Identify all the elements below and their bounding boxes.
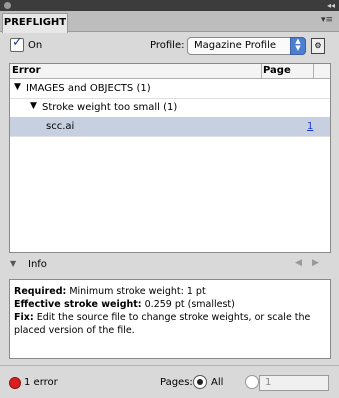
- panel-titlebar: ◂◂: [0, 0, 339, 11]
- page-range-value: 1: [265, 377, 272, 388]
- info-effective: Effective stroke weight: 0.259 pt (small…: [14, 299, 235, 310]
- profile-select[interactable]: Magazine Profile ▲ ▼: [187, 37, 306, 55]
- info-fix: Fix: Edit the source file to change stro…: [14, 312, 310, 323]
- tree-row-error-type[interactable]: ▼ Stroke weight too small (1): [10, 98, 330, 118]
- info-required-label: Required:: [14, 286, 67, 297]
- error-list: Error Page ▼ IMAGES and OBJECTS (1) ▼ St…: [9, 63, 331, 253]
- info-fix-line1: Edit the source file to change stroke we…: [36, 312, 311, 323]
- tab-preflight[interactable]: PREFLIGHT: [2, 13, 68, 33]
- page-link[interactable]: 1: [307, 121, 313, 132]
- info-section-label: Info: [28, 259, 47, 270]
- checkmark-icon: ✓: [12, 35, 23, 50]
- column-header-error[interactable]: Error: [12, 65, 41, 76]
- info-effective-value: 0.259 pt (smallest): [144, 299, 235, 310]
- define-profiles-icon[interactable]: ⚙: [311, 38, 325, 54]
- pages-label: Pages:: [160, 377, 193, 388]
- tree-row-item-selected[interactable]: scc.ai 1: [10, 117, 330, 137]
- row-label: scc.ai: [46, 121, 75, 132]
- close-icon[interactable]: [4, 2, 11, 9]
- status-divider: [0, 365, 339, 366]
- next-arrow-icon[interactable]: ▶: [312, 258, 319, 268]
- tree-row-category[interactable]: ▼ IMAGES and OBJECTS (1): [10, 79, 330, 99]
- row-label: Stroke weight too small (1): [42, 102, 178, 113]
- triangle-down-icon[interactable]: ▼: [14, 82, 21, 92]
- info-fix-line2: placed version of the file.: [14, 325, 135, 336]
- tab-bar: PREFLIGHT ▾≡: [0, 11, 339, 33]
- panel-menu-icon[interactable]: ▾≡: [321, 15, 333, 25]
- triangle-down-icon[interactable]: ▼: [30, 101, 37, 111]
- error-count[interactable]: 1 error: [24, 377, 58, 388]
- column-divider[interactable]: [261, 64, 262, 78]
- row-label: IMAGES and OBJECTS (1): [26, 83, 151, 94]
- on-checkbox[interactable]: ✓: [10, 35, 24, 52]
- radio-selected-dot: [197, 379, 203, 385]
- profile-select-value: Magazine Profile: [194, 40, 277, 51]
- column-header-page[interactable]: Page: [263, 65, 291, 76]
- info-required: Required: Minimum stroke weight: 1 pt: [14, 286, 206, 297]
- on-label: On: [28, 40, 43, 51]
- profile-label: Profile:: [150, 40, 185, 51]
- info-box: Required: Minimum stroke weight: 1 pt Ef…: [9, 279, 331, 359]
- previous-arrow-icon[interactable]: ◀: [295, 258, 302, 268]
- select-arrows-icon: ▲ ▼: [290, 37, 306, 55]
- triangle-down-icon[interactable]: ▼: [10, 259, 16, 268]
- info-required-value: Minimum stroke weight: 1 pt: [69, 286, 206, 297]
- info-fix-label: Fix:: [14, 312, 34, 323]
- info-effective-label: Effective stroke weight:: [14, 299, 142, 310]
- pages-all-label: All: [211, 377, 224, 388]
- pages-all-radio[interactable]: [193, 375, 207, 389]
- column-divider: [313, 64, 314, 78]
- page-range-input[interactable]: 1: [259, 375, 329, 391]
- list-header: Error Page: [10, 64, 330, 79]
- pages-range-radio[interactable]: [245, 375, 259, 389]
- error-status-icon: [9, 377, 21, 389]
- collapse-icon[interactable]: ◂◂: [327, 0, 335, 11]
